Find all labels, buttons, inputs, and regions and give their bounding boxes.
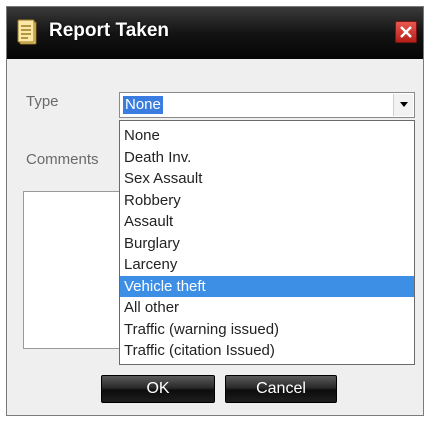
dropdown-option[interactable]: None xyxy=(120,125,414,147)
dropdown-option[interactable]: Burglary xyxy=(120,233,414,255)
type-label: Type xyxy=(26,93,59,110)
dropdown-option[interactable]: Larceny xyxy=(120,254,414,276)
comments-label: Comments xyxy=(26,151,99,168)
type-select[interactable]: None xyxy=(119,92,415,118)
dropdown-toggle[interactable] xyxy=(393,94,413,116)
dropdown-option[interactable]: Traffic (citation Issued) xyxy=(120,340,414,362)
type-dropdown-list: None Death Inv. Sex Assault Robbery Assa… xyxy=(119,120,415,365)
dropdown-option[interactable]: Traffic (warning issued) xyxy=(120,319,414,341)
report-document-icon xyxy=(17,19,39,46)
cancel-button[interactable]: Cancel xyxy=(225,375,337,403)
dropdown-option[interactable]: Death Inv. xyxy=(120,147,414,169)
dropdown-option[interactable]: Sex Assault xyxy=(120,168,414,190)
chevron-down-icon xyxy=(400,102,408,107)
close-button[interactable] xyxy=(395,21,417,43)
dialog-title: Report Taken xyxy=(49,20,170,41)
dialog-titlebar[interactable]: Report Taken xyxy=(7,7,423,59)
close-icon xyxy=(400,26,412,38)
ok-button[interactable]: OK xyxy=(101,375,215,403)
type-selected-value: None xyxy=(123,96,163,114)
dropdown-option[interactable]: Assault xyxy=(120,211,414,233)
dropdown-option-highlighted[interactable]: Vehicle theft xyxy=(120,275,414,297)
dropdown-option[interactable]: All other xyxy=(120,297,414,319)
report-taken-dialog: Report Taken Type None Comments None Dea… xyxy=(6,6,424,416)
dropdown-option[interactable]: Robbery xyxy=(120,190,414,212)
